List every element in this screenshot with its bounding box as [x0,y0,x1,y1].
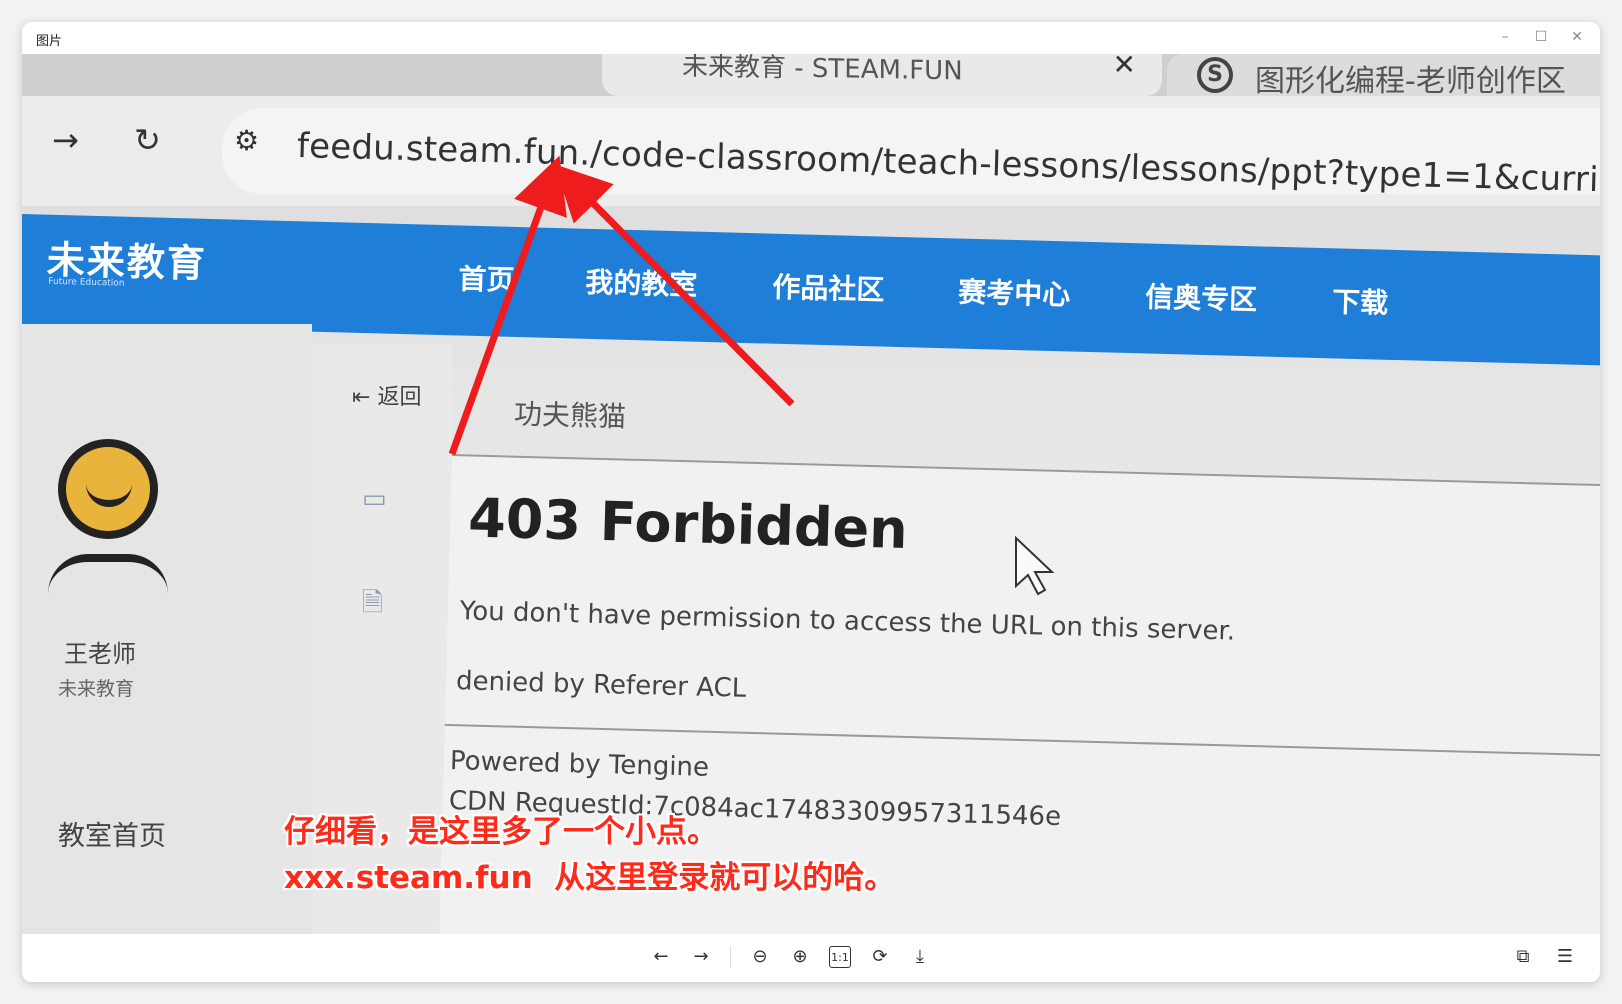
avatar [58,439,158,539]
back-arrow-icon: ⇤ [352,385,371,410]
classroom-home-link: 教室首页 [58,821,166,852]
viewer-tools-right: ⧉ ☰ [1512,946,1576,968]
close-button[interactable]: ✕ [1568,26,1586,48]
caption-line-1: 仔细看，是这里多了一个小点。 [284,814,718,850]
back-label: 返回 [377,385,422,410]
tab-close-icon: ✕ [1112,54,1136,81]
image-viewer-window: 图片 – ☐ ✕ 未来教育 - STEAM.FUN ✕ S 图形化编程-老师创作… [22,22,1600,982]
previous-icon[interactable]: ← [650,946,672,968]
teacher-name: 王老师 [64,640,136,668]
next-icon[interactable]: → [690,946,712,968]
error-message: You don't have permission to access the … [459,596,1236,647]
caption-line-2: xxx.steam.fun 从这里登录就可以的哈。 [284,860,896,896]
document-icon: 🗎 [362,588,383,618]
viewer-toolbar: ← → ⊖ ⊕ 1:1 ⟳ ⤓ ⧉ ☰ [22,934,1600,982]
back-link: ⇤ 返回 [352,379,421,411]
error-title: 403 Forbidden [467,486,909,561]
window-controls: – ☐ ✕ [1496,26,1586,48]
nav-home: 首页 [458,262,515,297]
nav-contest: 赛考中心 [957,275,1071,312]
site-favicon-icon: S [1197,57,1233,93]
nav-download: 下载 [1331,285,1389,320]
tab-label: 未来教育 - STEAM.FUN [682,54,963,87]
image-canvas[interactable]: 未来教育 - STEAM.FUN ✕ S 图形化编程-老师创作区 → ↻ ⚙ f… [22,54,1600,934]
forward-icon: → [52,121,79,159]
teacher-org: 未来教育 [58,678,135,700]
mouse-cursor-icon [1015,535,1055,596]
avatar-shoulders [48,554,168,594]
divider [730,946,731,968]
title-bar: 图片 – ☐ ✕ [22,22,1600,54]
site-sidebar: 王老师 未来教育 教室首页 [22,324,312,934]
zoom-in-icon[interactable]: ⊕ [789,946,811,968]
minimize-button[interactable]: – [1496,26,1514,48]
slides-icon: ▭ [362,484,387,514]
reload-icon: ↻ [134,121,161,159]
site-logo-sub: Future Education [48,276,125,289]
error-acl: denied by Referer ACL [455,666,747,704]
error-powered-by: Powered by Tengine [449,746,710,783]
viewer-tools: ← → ⊖ ⊕ 1:1 ⟳ ⤓ [650,946,931,968]
browser-tab-active: 未来教育 - STEAM.FUN ✕ [602,54,1162,96]
ocr-icon[interactable]: ⧉ [1512,946,1534,968]
photo: 未来教育 - STEAM.FUN ✕ S 图形化编程-老师创作区 → ↻ ⚙ f… [22,54,1600,934]
actual-size-icon[interactable]: 1:1 [829,946,851,968]
tab-label: 图形化编程-老师创作区 [1255,64,1566,99]
download-icon[interactable]: ⤓ [909,946,931,968]
info-icon[interactable]: ☰ [1554,946,1576,968]
zoom-out-icon[interactable]: ⊖ [749,946,771,968]
window-title: 图片 [36,34,63,49]
rotate-icon[interactable]: ⟳ [869,946,891,968]
lesson-title: 功夫熊猫 [513,397,627,434]
maximize-button[interactable]: ☐ [1532,26,1550,48]
smile-icon [86,483,132,507]
nav-olympiad: 信奥专区 [1144,280,1258,317]
site-settings-icon: ⚙ [234,124,260,157]
nav-my-classroom: 我的教室 [584,265,698,302]
nav-community: 作品社区 [771,270,885,307]
